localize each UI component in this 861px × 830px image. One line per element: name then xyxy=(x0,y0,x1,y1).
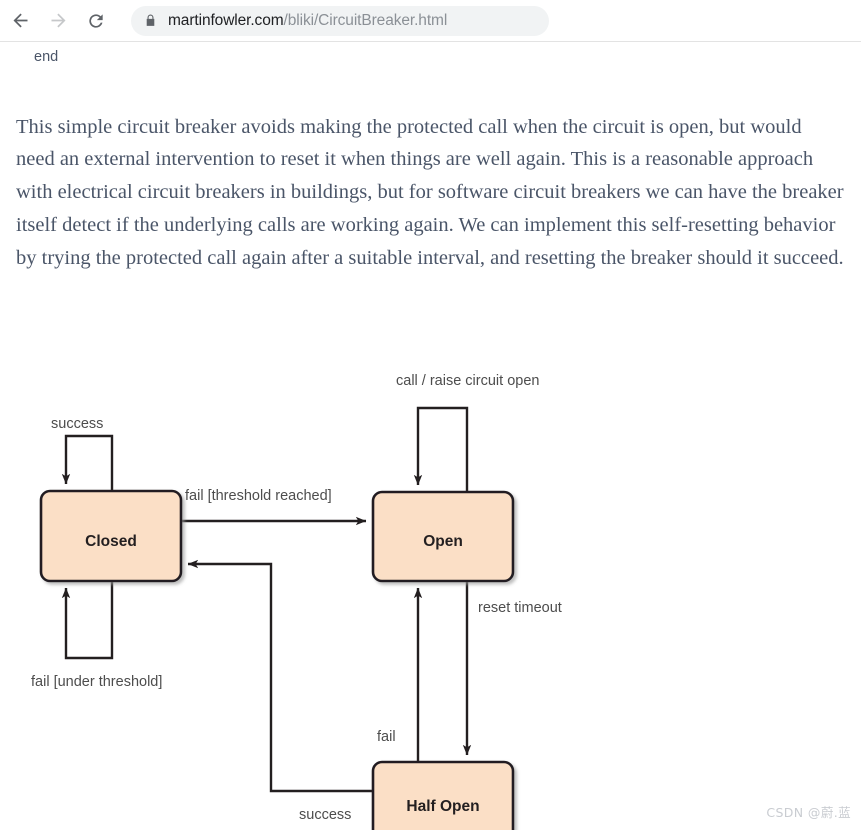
reload-icon xyxy=(89,13,103,28)
state-label-open: Open xyxy=(423,533,463,550)
code-block-tail: end xyxy=(34,49,59,65)
diagram-edges xyxy=(61,406,472,793)
state-node-half-open[interactable]: Half Open xyxy=(371,760,515,830)
browser-toolbar: martinfowler.com/bliki/CircuitBreaker.ht… xyxy=(0,0,861,41)
csdn-watermark: CSDN @蔚.蓝 xyxy=(766,805,851,820)
address-bar-url[interactable]: martinfowler.com/bliki/CircuitBreaker.ht… xyxy=(168,12,447,30)
state-node-closed[interactable]: Closed xyxy=(39,489,183,583)
edge-label-open-self-call: call / raise circuit open xyxy=(396,373,539,389)
diagram-states: Closed Open Half Open xyxy=(39,489,515,830)
address-bar[interactable]: martinfowler.com/bliki/CircuitBreaker.ht… xyxy=(131,5,549,36)
state-node-open[interactable]: Open xyxy=(371,490,515,583)
url-path: /bliki/CircuitBreaker.html xyxy=(283,11,448,29)
lock-glyph-icon xyxy=(146,14,155,26)
edge-open-self-call xyxy=(413,406,469,492)
state-diagram-svg: Closed Open Half Open success fail [unde… xyxy=(31,373,562,830)
state-label-closed: Closed xyxy=(85,533,137,550)
forward-button xyxy=(41,4,75,38)
edge-label-closed-to-open: fail [threshold reached] xyxy=(185,488,332,504)
url-domain: martinfowler.com xyxy=(168,11,284,29)
edge-closed-fail-under xyxy=(61,581,114,660)
edge-label-halfopen-to-open: fail xyxy=(377,729,396,745)
lock-icon[interactable] xyxy=(144,13,157,28)
circuit-breaker-state-diagram: Closed Open Half Open success fail [unde… xyxy=(0,310,861,830)
edge-label-closed-success: success xyxy=(51,416,103,432)
arrow-left-icon xyxy=(13,13,27,28)
edge-label-halfopen-to-closed: success xyxy=(299,807,351,823)
state-label-half-open: Half Open xyxy=(406,798,479,815)
edge-closed-success xyxy=(61,434,114,491)
body-paragraph: This simple circuit breaker avoids makin… xyxy=(16,115,844,269)
reload-button[interactable] xyxy=(79,4,113,38)
state-box-half-open[interactable] xyxy=(371,760,515,830)
arrow-right-icon xyxy=(51,13,65,28)
edge-label-closed-fail-under: fail [under threshold] xyxy=(31,674,162,690)
back-button[interactable] xyxy=(3,4,37,38)
web-page-content: end This simple circuit breaker avoids m… xyxy=(0,42,861,830)
edge-halfopen-to-closed xyxy=(187,559,373,793)
diagram-edge-labels: success fail [under threshold] fail [thr… xyxy=(31,373,562,823)
edge-label-open-to-halfopen: reset timeout xyxy=(478,600,562,616)
